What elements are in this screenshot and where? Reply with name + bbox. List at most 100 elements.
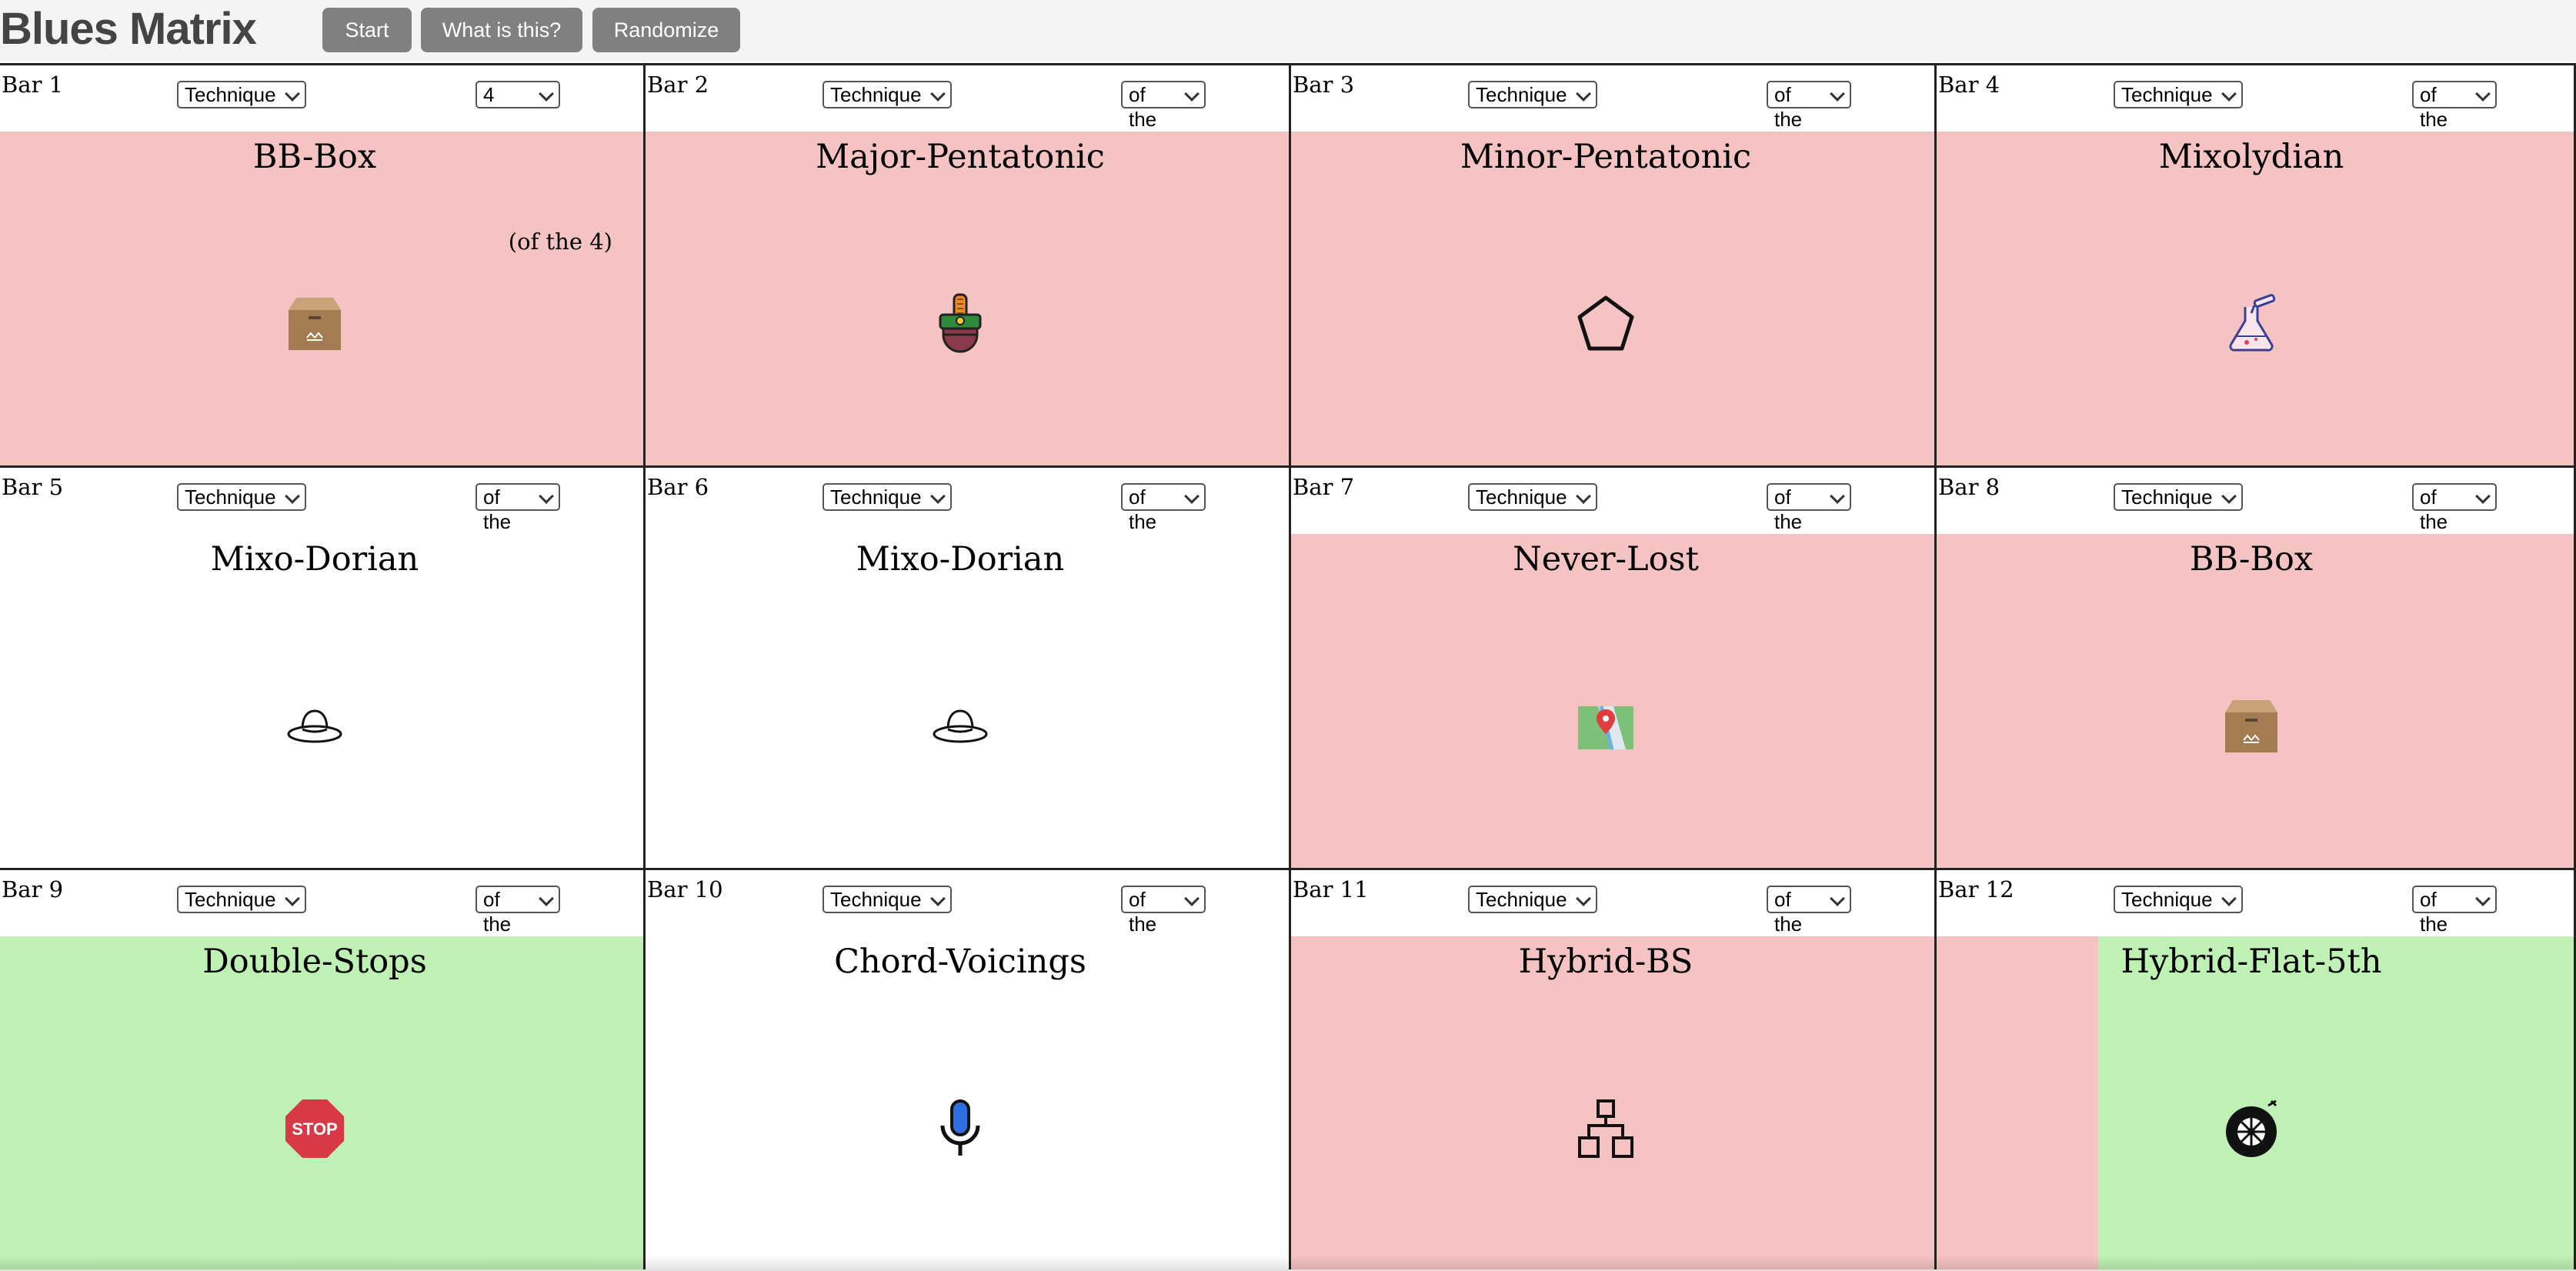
of-the-note: (of the 4) — [508, 229, 612, 255]
bar-header: Bar 5 Technique of the — [0, 468, 643, 534]
bar-cell-3: Bar 3 Technique of the Minor-Pentatonic — [1291, 65, 1937, 468]
chevron-down-icon — [1184, 489, 1200, 504]
chevron-down-icon — [1830, 891, 1845, 906]
chevron-down-icon — [285, 86, 300, 102]
of-the-select[interactable]: of the — [2412, 483, 2497, 533]
bars-grid: Bar 1 Technique 4 (of the 4) BB-Box Bar … — [0, 63, 2576, 1269]
technique-select[interactable]: Technique — [1468, 81, 1597, 108]
map-pin-icon — [1575, 696, 1637, 757]
bar-cell-11: Bar 11 Technique of the Hybrid-BS — [1291, 870, 1937, 1269]
technique-select[interactable]: Technique — [823, 81, 952, 108]
chevron-down-icon — [2475, 489, 2491, 504]
bar-header: Bar 6 Technique of the — [646, 468, 1289, 534]
chevron-down-icon — [539, 86, 554, 102]
bar-header: Bar 8 Technique of the — [1937, 468, 2574, 534]
technique-name: BB-Box — [2189, 540, 2314, 579]
bar-header: Bar 9 Technique of the — [0, 870, 643, 936]
cardboard-box-icon — [2221, 696, 2282, 757]
chevron-down-icon — [1184, 86, 1200, 102]
bar-cell-1: Bar 1 Technique 4 (of the 4) BB-Box — [0, 65, 646, 468]
chevron-down-icon — [2475, 891, 2491, 906]
tire-icon — [2221, 1098, 2282, 1159]
technique-name: Mixolydian — [2158, 138, 2344, 176]
technique-select[interactable]: Technique — [2114, 483, 2243, 511]
of-the-select[interactable]: of the — [2412, 81, 2497, 131]
technique-name: Chord-Voicings — [834, 942, 1086, 981]
chevron-down-icon — [930, 489, 946, 504]
bar-label: Bar 1 — [2, 72, 64, 98]
bar-label: Bar 8 — [1938, 474, 2000, 500]
chevron-down-icon — [2221, 891, 2237, 906]
chevron-down-icon — [930, 891, 946, 906]
chevron-down-icon — [285, 489, 300, 504]
chevron-down-icon — [2221, 489, 2237, 504]
bar-label: Bar 10 — [647, 876, 723, 902]
bottom-shadow — [0, 1256, 2576, 1271]
chevron-down-icon — [539, 489, 554, 504]
chevron-down-icon — [1830, 489, 1845, 504]
what-is-this-button[interactable]: What is this? — [421, 8, 582, 52]
technique-select[interactable]: Technique — [823, 483, 952, 511]
technique-select[interactable]: Technique — [2114, 886, 2243, 913]
bar-label: Bar 4 — [1938, 72, 2000, 98]
chevron-down-icon — [539, 891, 554, 906]
technique-select[interactable]: Technique — [177, 483, 306, 511]
technique-select[interactable]: Technique — [177, 886, 306, 913]
lab-flask-icon — [2221, 293, 2282, 355]
chevron-down-icon — [2221, 86, 2237, 102]
bar-cell-12: Bar 12 Technique of the Hybrid-Flat-5th — [1937, 870, 2576, 1269]
bar-header: Bar 4 Technique of the — [1937, 65, 2574, 132]
chevron-down-icon — [1576, 86, 1591, 102]
bar-label: Bar 9 — [2, 876, 64, 902]
technique-select[interactable]: Technique — [1468, 886, 1597, 913]
of-the-select[interactable]: of the — [1121, 483, 1206, 533]
microphone-icon — [929, 1098, 991, 1159]
hat-icon — [929, 696, 991, 757]
technique-name: Never-Lost — [1513, 540, 1699, 579]
of-the-select[interactable]: of the — [1121, 81, 1206, 131]
technique-name: Minor-Pentatonic — [1460, 138, 1752, 176]
svg-text:STOP: STOP — [292, 1119, 338, 1139]
technique-name: Mixo-Dorian — [210, 540, 419, 579]
bar-label: Bar 7 — [1293, 474, 1355, 500]
bar-cell-8: Bar 8 Technique of the BB-Box — [1937, 468, 2576, 870]
chevron-down-icon — [930, 86, 946, 102]
chevron-down-icon — [285, 891, 300, 906]
of-the-select[interactable]: of the — [1767, 81, 1851, 131]
bar-header: Bar 11 Technique of the — [1291, 870, 1934, 936]
chevron-down-icon — [2475, 86, 2491, 102]
technique-name: Double-Stops — [202, 942, 427, 981]
of-the-select[interactable]: of the — [475, 886, 560, 936]
bar-label: Bar 5 — [2, 474, 64, 500]
cardboard-box-icon — [284, 293, 345, 355]
technique-name: BB-Box — [252, 138, 377, 176]
technique-select[interactable]: Technique — [823, 886, 952, 913]
technique-select[interactable]: Technique — [177, 81, 306, 108]
top-bar: Blues Matrix Start What is this? Randomi… — [0, 0, 2576, 62]
start-button[interactable]: Start — [322, 8, 412, 52]
of-the-select[interactable]: of the — [2412, 886, 2497, 936]
bar-label: Bar 2 — [647, 72, 709, 98]
of-the-select[interactable]: 4 — [475, 81, 560, 108]
technique-name: Hybrid-Flat-5th — [2121, 942, 2382, 981]
technique-name: Hybrid-BS — [1518, 942, 1693, 981]
bar-label: Bar 3 — [1293, 72, 1355, 98]
bar-label: Bar 11 — [1293, 876, 1369, 902]
of-the-select[interactable]: of the — [1767, 886, 1851, 936]
bar-cell-6: Bar 6 Technique of the Mixo-Dorian — [646, 468, 1291, 870]
bar-cell-10: Bar 10 Technique of the Chord-Voicings — [646, 870, 1291, 1269]
hierarchy-icon — [1575, 1098, 1637, 1159]
of-the-select[interactable]: of the — [1121, 886, 1206, 936]
chevron-down-icon — [1184, 891, 1200, 906]
of-the-select[interactable]: of the — [475, 483, 560, 533]
chevron-down-icon — [1576, 489, 1591, 504]
app-title: Blues Matrix — [0, 4, 257, 54]
bar-cell-7: Bar 7 Technique of the Never-Lost — [1291, 468, 1937, 870]
of-the-select[interactable]: of the — [1767, 483, 1851, 533]
bar-cell-2: Bar 2 Technique of the Major-Pentatonic — [646, 65, 1291, 468]
stop-sign-icon: STOP — [284, 1098, 345, 1159]
technique-select[interactable]: Technique — [2114, 81, 2243, 108]
randomize-button[interactable]: Randomize — [592, 8, 740, 52]
chevron-down-icon — [1576, 891, 1591, 906]
technique-select[interactable]: Technique — [1468, 483, 1597, 511]
